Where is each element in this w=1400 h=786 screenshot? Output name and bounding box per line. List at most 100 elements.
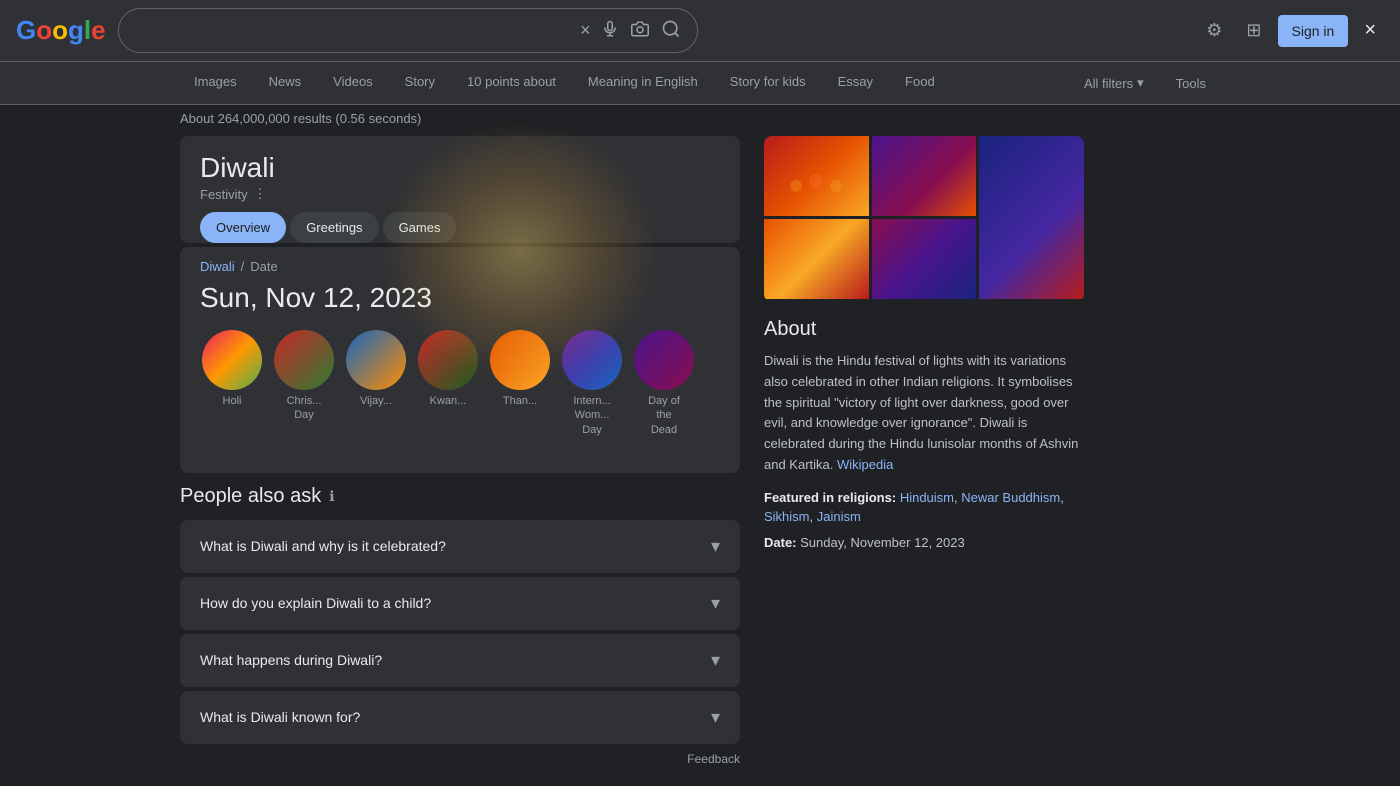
festival-thumb-holi: [202, 330, 262, 390]
festival-christmas[interactable]: Chris...Day: [272, 330, 336, 437]
kp-tab-overview[interactable]: Overview: [200, 212, 286, 243]
tab-videos[interactable]: Videos: [319, 62, 387, 104]
search-icon: [661, 19, 681, 42]
google-logo[interactable]: Google: [16, 15, 106, 46]
breadcrumb-current: Date: [250, 259, 277, 274]
festival-day-of-dead[interactable]: Day oftheDead: [632, 330, 696, 437]
festival-label-day-of-dead: Day oftheDead: [648, 394, 680, 437]
microphone-icon: [601, 20, 619, 41]
apps-button[interactable]: ⊞: [1238, 12, 1269, 49]
religion-newar-link[interactable]: Newar Buddhism: [961, 490, 1060, 505]
tab-10-points[interactable]: 10 points about: [453, 62, 570, 104]
search-submit-button[interactable]: [659, 17, 683, 44]
religions-label: Featured in religions:: [764, 490, 896, 505]
kp-image-3[interactable]: [979, 136, 1084, 299]
close-icon: ×: [1364, 19, 1376, 42]
paa-info-icon[interactable]: ℹ: [329, 488, 334, 505]
kp-subtitle: Festivity ⋮: [200, 186, 720, 202]
paa-item-4: What is Diwali known for? ▾: [180, 691, 740, 744]
paa-item-1-header[interactable]: What is Diwali and why is it celebrated?…: [180, 520, 740, 573]
festival-thanksgiving[interactable]: Than...: [488, 330, 552, 437]
kp-date-row: Date: Sunday, November 12, 2023: [764, 533, 1084, 553]
festival-international[interactable]: Intern...Wom...Day: [560, 330, 624, 437]
main-content: Diwali Festivity ⋮ Overview Greetings Ga…: [0, 136, 1400, 786]
header: Google diwali ×: [0, 0, 1400, 62]
wikipedia-link[interactable]: Wikipedia: [837, 457, 893, 472]
knowledge-panel: View images About Diwali is the Hindu fe…: [764, 136, 1084, 786]
tab-news[interactable]: News: [255, 62, 316, 104]
tab-food[interactable]: Food: [891, 62, 949, 104]
festival-label-vijaya: Vijay...: [360, 394, 392, 408]
festival-label-kwanzaa: Kwan...: [430, 394, 467, 408]
close-button[interactable]: ×: [1356, 11, 1384, 50]
date-display: Sun, Nov 12, 2023: [200, 282, 720, 314]
tab-story-kids[interactable]: Story for kids: [716, 62, 820, 104]
grid-icon: ⊞: [1246, 20, 1261, 41]
kp-about-text: Diwali is the Hindu festival of lights w…: [764, 351, 1084, 476]
all-filters-label: All filters: [1084, 76, 1133, 91]
kp-tabs: Overview Greetings Games: [200, 212, 720, 243]
breadcrumb-separator: /: [241, 259, 245, 274]
paa-item-3-header[interactable]: What happens during Diwali? ▾: [180, 634, 740, 687]
paa-item-2-header[interactable]: How do you explain Diwali to a child? ▾: [180, 577, 740, 630]
religion-sikhism-link[interactable]: Sikhism: [764, 509, 810, 524]
kp-religions-row: Featured in religions: Hinduism, Newar B…: [764, 488, 1084, 527]
chevron-down-icon-1: ▾: [711, 536, 720, 557]
paa-item-1: What is Diwali and why is it celebrated?…: [180, 520, 740, 573]
camera-icon: [631, 20, 649, 41]
festival-thumb-christmas: [274, 330, 334, 390]
breadcrumb-parent-link[interactable]: Diwali: [200, 259, 235, 274]
festival-kwanzaa[interactable]: Kwan...: [416, 330, 480, 437]
festival-vijaya[interactable]: Vijay...: [344, 330, 408, 437]
religion-jainism-link[interactable]: Jainism: [817, 509, 861, 524]
tab-meaning[interactable]: Meaning in English: [574, 62, 712, 104]
festival-label-international: Intern...Wom...Day: [573, 394, 610, 437]
kp-header-card: Diwali Festivity ⋮ Overview Greetings Ga…: [180, 136, 740, 243]
settings-button[interactable]: ⚙: [1198, 12, 1230, 49]
paa-question-2: How do you explain Diwali to a child?: [200, 595, 431, 611]
tab-essay[interactable]: Essay: [824, 62, 887, 104]
voice-search-button[interactable]: [599, 18, 621, 43]
left-column: Diwali Festivity ⋮ Overview Greetings Ga…: [180, 136, 740, 786]
paa-question-3: What happens during Diwali?: [200, 652, 382, 668]
festival-label-thanksgiving: Than...: [503, 394, 537, 408]
kp-images-grid: View images: [764, 136, 1084, 302]
festival-thumb-international: [562, 330, 622, 390]
sign-in-button[interactable]: Sign in: [1278, 15, 1349, 47]
paa-title: People also ask ℹ: [180, 485, 740, 508]
paa-question-4: What is Diwali known for?: [200, 709, 360, 725]
search-input[interactable]: diwali: [133, 22, 572, 40]
tools-button[interactable]: Tools: [1162, 64, 1220, 103]
image-search-button[interactable]: [629, 18, 651, 43]
paa-section: People also ask ℹ What is Diwali and why…: [180, 485, 740, 770]
tab-images[interactable]: Images: [180, 62, 251, 104]
paa-item-2: How do you explain Diwali to a child? ▾: [180, 577, 740, 630]
kp-image-1[interactable]: [764, 136, 869, 216]
results-info: About 264,000,000 results (0.56 seconds): [0, 105, 1400, 136]
kp-tab-games[interactable]: Games: [383, 212, 457, 243]
tab-story[interactable]: Story: [391, 62, 449, 104]
breadcrumb: Diwali / Date: [200, 259, 720, 274]
more-options-icon[interactable]: ⋮: [254, 186, 267, 202]
festival-thumb-day-of-dead: [634, 330, 694, 390]
festival-label-holi: Holi: [223, 394, 242, 408]
date-label: Date:: [764, 535, 797, 550]
kp-image-4[interactable]: [764, 219, 869, 299]
paa-item-4-header[interactable]: What is Diwali known for? ▾: [180, 691, 740, 744]
chevron-down-icon: ▾: [1137, 75, 1144, 91]
search-bar: diwali ×: [118, 8, 698, 53]
kp-tab-greetings[interactable]: Greetings: [290, 212, 378, 243]
festival-thumb-thanksgiving: [490, 330, 550, 390]
kp-image-2[interactable]: [872, 136, 977, 216]
chevron-down-icon-2: ▾: [711, 593, 720, 614]
all-filters-button[interactable]: All filters ▾: [1070, 63, 1158, 103]
feedback-link[interactable]: Feedback: [180, 748, 740, 770]
clear-search-button[interactable]: ×: [580, 20, 591, 41]
kp-image-5[interactable]: [872, 219, 977, 299]
festival-thumb-kwanzaa: [418, 330, 478, 390]
paa-question-1: What is Diwali and why is it celebrated?: [200, 538, 446, 554]
header-right: ⚙ ⊞ Sign in ×: [1198, 11, 1384, 50]
kp-about-title: About: [764, 318, 1084, 341]
festival-holi[interactable]: Holi: [200, 330, 264, 437]
religion-hinduism-link[interactable]: Hinduism: [900, 490, 954, 505]
